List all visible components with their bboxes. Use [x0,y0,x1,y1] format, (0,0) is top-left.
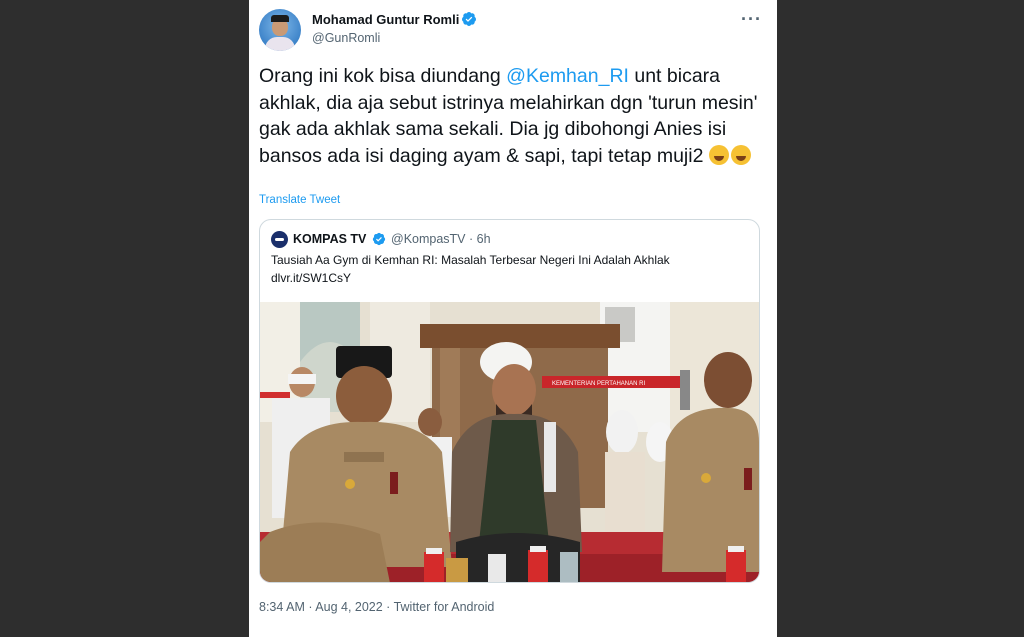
quoted-handle-time[interactable]: @KompasTV · 6h [391,232,491,246]
author-handle[interactable]: @GunRomli [312,31,380,45]
verified-badge-icon [462,12,476,26]
quoted-author-name[interactable]: KOMPAS TV [293,232,366,246]
mention-link[interactable]: @Kemhan_RI [506,65,629,87]
banner-text: KEMENTERIAN PERTAHANAN RI [552,381,645,387]
photo-illustration: KEMENTERIAN PERTAHANAN RI [260,302,759,582]
quoted-tweet[interactable]: KOMPAS TV @KompasTV · 6h Tausiah Aa Gym … [259,219,760,583]
news-photo[interactable]: KEMENTERIAN PERTAHANAN RI [260,302,759,582]
quoted-text: Tausiah Aa Gym di Kemhan RI: Masalah Ter… [271,253,670,267]
translate-tweet-link[interactable]: Translate Tweet [259,194,340,206]
right-margin [777,0,1024,637]
verified-badge-icon [372,232,386,246]
rolling-laughing-emoji-icon [708,144,729,165]
tweet-text-part1: Orang ini kok bisa diundang [259,65,507,87]
tweet-card: Mohamad Guntur Romli @GunRomli ··· Orang… [249,0,777,637]
tears-of-joy-emoji-icon [730,144,751,165]
more-options-icon[interactable]: ··· [741,9,762,30]
tweet-text: Orang ini kok bisa diundang @Kemhan_RI u… [259,63,764,169]
author-avatar[interactable] [259,9,301,51]
quoted-link[interactable]: dlvr.it/SW1CsY [271,271,351,285]
tweet-meta: 8:34 AM · Aug 4, 2022 · Twitter for Andr… [259,600,495,614]
author-name[interactable]: Mohamad Guntur Romli [312,12,459,27]
left-margin [0,0,249,637]
kompastv-avatar[interactable] [271,231,288,248]
